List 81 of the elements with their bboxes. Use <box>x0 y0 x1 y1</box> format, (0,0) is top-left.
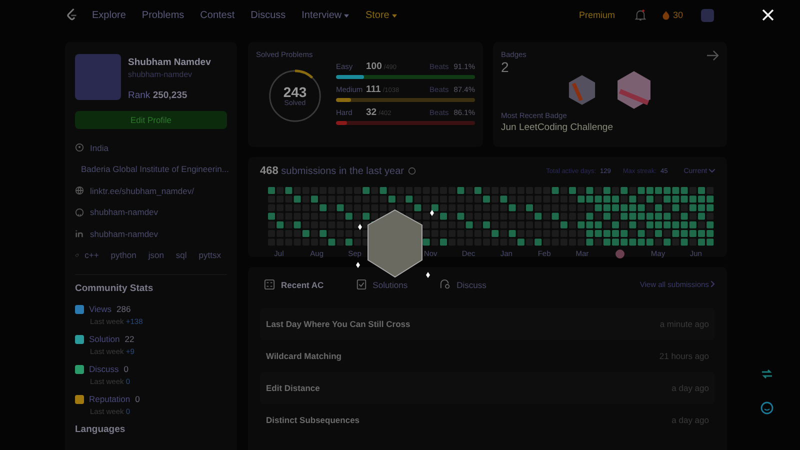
tab[interactable]: Solutions <box>352 277 412 292</box>
profile-detail: shubham-namdev <box>90 207 158 218</box>
bell-icon[interactable] <box>634 9 646 21</box>
stat-value: 22 <box>124 334 134 344</box>
problem-title: Distinct Subsequences <box>266 415 360 425</box>
profile-detail: shubham-namdev <box>90 228 158 239</box>
solved-count: 100 <box>366 61 382 72</box>
info-icon <box>408 167 416 175</box>
close-icon[interactable] <box>762 9 774 21</box>
list-icon <box>264 279 275 290</box>
skill-tag[interactable]: json <box>148 250 164 260</box>
hexagon-badge-icon <box>368 209 422 278</box>
section-title: Languages <box>75 424 126 435</box>
sparkle-icon <box>356 262 360 268</box>
skill-tag[interactable]: pyttsx <box>198 250 221 260</box>
username: shubham-namdev <box>128 70 194 79</box>
stat-label: Views <box>89 304 112 314</box>
discuss-icon <box>440 279 451 290</box>
badge-icon <box>615 249 626 259</box>
stat-icon <box>75 304 84 314</box>
swap-icon[interactable] <box>760 367 774 381</box>
globe-icon <box>75 186 84 196</box>
sparkle-icon <box>430 210 434 216</box>
nav-menu[interactable]: Store <box>365 10 398 20</box>
profile-name: Shubham Namdev <box>128 57 211 68</box>
problem-title: Edit Distance <box>266 383 320 393</box>
nav-link[interactable]: Explore <box>92 10 126 20</box>
skill-tag[interactable]: sql <box>176 250 187 260</box>
edit-profile-button[interactable]: Edit Profile <box>75 111 227 129</box>
logo-icon[interactable] <box>66 8 78 22</box>
coin-icon <box>662 10 670 20</box>
badge-icon[interactable] <box>616 70 652 110</box>
solved-count: 111 <box>366 84 381 95</box>
caret-icon <box>392 14 398 18</box>
location-icon <box>75 143 84 152</box>
caret-icon <box>344 14 350 18</box>
nav-link[interactable]: Problems <box>142 10 184 20</box>
sparkle-icon <box>426 272 430 278</box>
solved-total: 243 <box>283 84 307 100</box>
coin-count[interactable]: 30 <box>662 10 683 20</box>
linkedin-icon <box>75 229 84 238</box>
chevron-right-icon <box>711 281 715 287</box>
avatar-placeholder <box>75 54 121 100</box>
skill-tag[interactable]: c++ <box>84 250 99 260</box>
stat-label: Solution <box>89 334 120 344</box>
premium-link[interactable]: Premium <box>578 10 615 20</box>
recent-badge-name: Jun LeetCoding Challenge <box>501 122 614 133</box>
stat-label: Discuss <box>89 364 119 374</box>
arrow-right-icon[interactable] <box>706 50 719 61</box>
chat-icon[interactable] <box>760 401 774 415</box>
solved-count: 32 <box>366 107 377 118</box>
rank-label: Rank <box>128 90 150 101</box>
website-link[interactable]: linktr.ee/shubham_namdev/ <box>90 186 194 196</box>
profile-detail: India <box>90 142 108 153</box>
sparkle-icon <box>358 224 362 230</box>
skill-tag[interactable]: python <box>110 250 136 260</box>
stat-value: 0 <box>124 364 128 374</box>
problem-title: Last Day Where You Can Still Cross <box>266 319 410 329</box>
problem-title: Wildcard Matching <box>266 351 342 361</box>
checklist-icon <box>356 279 367 290</box>
stat-value: 0 <box>135 394 140 404</box>
stat-label: Reputation <box>89 394 130 404</box>
rank-value: 250,235 <box>152 90 188 101</box>
stat-icon <box>75 364 84 374</box>
github-icon <box>75 208 84 217</box>
tab[interactable]: Recent AC <box>260 277 328 292</box>
nav-menu[interactable]: Interview <box>302 10 350 20</box>
badge-count: 2 <box>501 59 510 75</box>
nav-link[interactable]: Discuss <box>250 10 286 20</box>
submissions-text: submissions in the last year <box>281 166 404 177</box>
badge-icon[interactable] <box>568 74 596 106</box>
section-title: Community Stats <box>75 283 154 294</box>
nav-link[interactable]: Contest <box>200 10 235 20</box>
chevron-down-icon <box>709 168 715 172</box>
stat-icon <box>75 334 84 344</box>
profile-detail: Baderia Global Institute of Engineerin... <box>81 164 229 174</box>
submission-count: 468 <box>260 165 278 177</box>
tab[interactable]: Discuss <box>436 277 490 292</box>
coin-text: 30 <box>672 10 683 20</box>
stat-value: 286 <box>116 304 131 314</box>
stat-icon <box>75 394 84 404</box>
